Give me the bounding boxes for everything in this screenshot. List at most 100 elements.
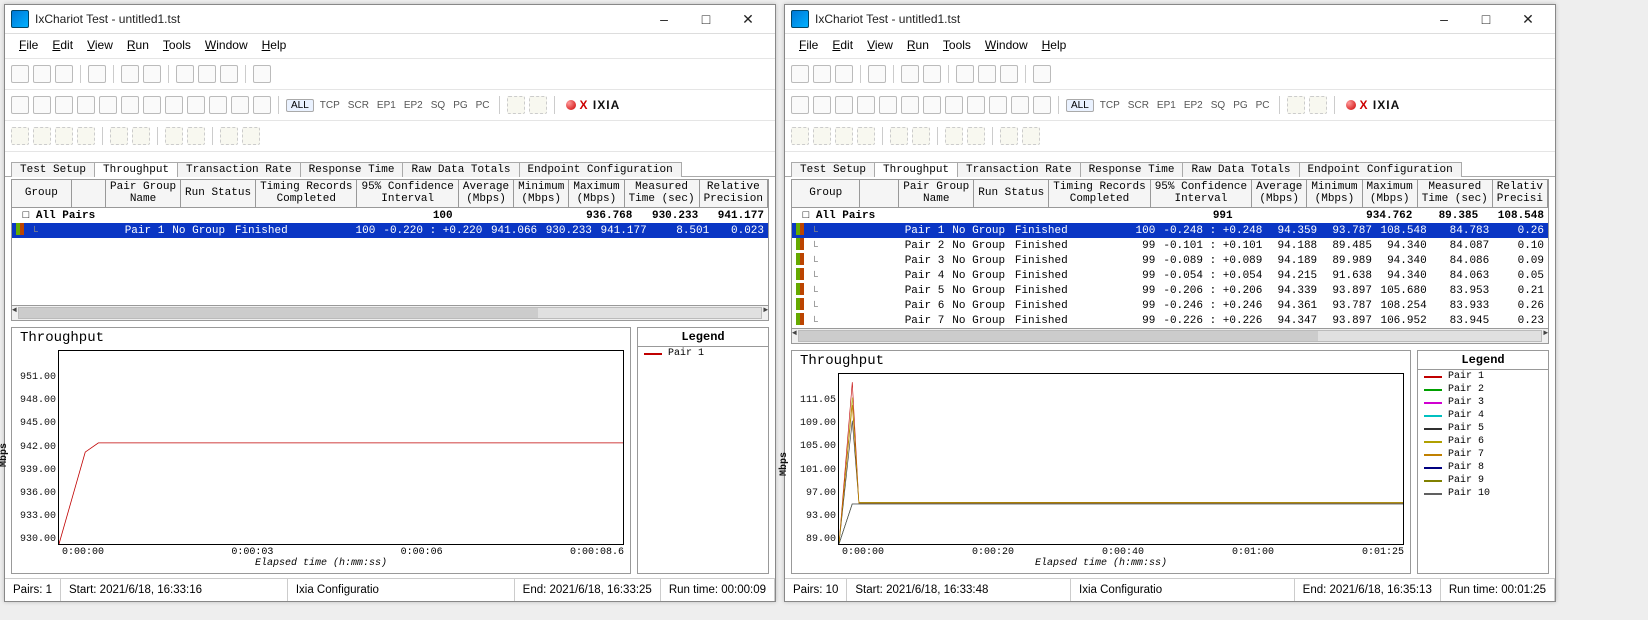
filter-all[interactable]: ALL — [1066, 99, 1094, 112]
row3d-icon-0[interactable] — [220, 127, 238, 145]
legend-item[interactable]: Pair 2 — [1418, 383, 1548, 396]
grid-body[interactable]: □ All Pairs100936.768930.233941.177 └Pai… — [12, 208, 768, 305]
col-header[interactable]: Relative Precision — [700, 180, 768, 207]
col-header[interactable]: Run Status — [974, 180, 1049, 207]
grid-row[interactable]: └Pair 2No GroupFinished99-0.101 : +0.101… — [792, 238, 1548, 253]
row3-icon-1[interactable] — [33, 127, 51, 145]
tool-icon-3[interactable] — [77, 96, 95, 114]
run-icon[interactable] — [121, 65, 139, 83]
legend-item[interactable]: Pair 1 — [1418, 370, 1548, 383]
col-header[interactable]: Group — [792, 180, 860, 207]
tab-raw-data-totals[interactable]: Raw Data Totals — [1182, 162, 1299, 177]
grid-row[interactable]: └Pair 5No GroupFinished99-0.206 : +0.206… — [792, 283, 1548, 298]
col-header[interactable] — [860, 180, 899, 207]
tab-endpoint-configuration[interactable]: Endpoint Configuration — [519, 162, 682, 177]
row3c-icon-1[interactable] — [187, 127, 205, 145]
menu-help[interactable]: Help — [1036, 36, 1073, 54]
row3-icon-0[interactable] — [791, 127, 809, 145]
plot-area[interactable] — [58, 350, 624, 545]
stop-icon[interactable] — [923, 65, 941, 83]
titlebar[interactable]: IxChariot Test - untitled1.tst–□✕ — [5, 5, 775, 34]
tool-icon-2[interactable] — [55, 96, 73, 114]
menu-run[interactable]: Run — [121, 36, 155, 54]
row3-icon-3[interactable] — [857, 127, 875, 145]
tool-icon-9[interactable] — [209, 96, 227, 114]
error-icon[interactable] — [253, 65, 271, 83]
menu-window[interactable]: Window — [199, 36, 254, 54]
run-icon[interactable] — [901, 65, 919, 83]
tool-icon-9[interactable] — [989, 96, 1007, 114]
filter-pg[interactable]: PG — [451, 100, 469, 111]
paste-icon[interactable] — [198, 65, 216, 83]
maximize-button[interactable]: □ — [1465, 6, 1507, 32]
tab-transaction-rate[interactable]: Transaction Rate — [177, 162, 301, 177]
tool-icon-7[interactable] — [165, 96, 183, 114]
legend-item[interactable]: Pair 4 — [1418, 409, 1548, 422]
legend-item[interactable]: Pair 7 — [1418, 448, 1548, 461]
legend-item[interactable]: Pair 1 — [638, 347, 768, 360]
copy-icon[interactable] — [176, 65, 194, 83]
menu-tools[interactable]: Tools — [937, 36, 977, 54]
col-header[interactable]: 95% Confidence Interval — [1151, 180, 1252, 207]
legend-item[interactable]: Pair 8 — [1418, 461, 1548, 474]
tool-icon-1[interactable] — [33, 96, 51, 114]
row3-icon-1[interactable] — [813, 127, 831, 145]
filter-pg[interactable]: PG — [1231, 100, 1249, 111]
col-header[interactable]: Relativ Precisi — [1493, 180, 1548, 207]
save-icon[interactable] — [835, 65, 853, 83]
tab-throughput[interactable]: Throughput — [874, 162, 958, 177]
tool-icon-5[interactable] — [121, 96, 139, 114]
menu-file[interactable]: File — [793, 36, 824, 54]
row3c-icon-1[interactable] — [967, 127, 985, 145]
menu-help[interactable]: Help — [256, 36, 293, 54]
tool-icon-sp2[interactable] — [529, 96, 547, 114]
filter-scr[interactable]: SCR — [346, 100, 371, 111]
print-icon[interactable] — [868, 65, 886, 83]
tab-test-setup[interactable]: Test Setup — [11, 162, 95, 177]
titlebar[interactable]: IxChariot Test - untitled1.tst–□✕ — [785, 5, 1555, 34]
tool-icon-1[interactable] — [813, 96, 831, 114]
error-icon[interactable] — [1033, 65, 1051, 83]
grid-row[interactable]: └Pair 1No GroupFinished100-0.220 : +0.22… — [12, 223, 768, 238]
tab-response-time[interactable]: Response Time — [300, 162, 404, 177]
col-header[interactable]: Pair Group Name — [106, 180, 181, 207]
col-header[interactable]: Run Status — [181, 180, 256, 207]
row3-icon-2[interactable] — [835, 127, 853, 145]
tool-icon-10[interactable] — [231, 96, 249, 114]
col-header[interactable]: Minimum (Mbps) — [514, 180, 569, 207]
filter-scr[interactable]: SCR — [1126, 100, 1151, 111]
legend-item[interactable]: Pair 6 — [1418, 435, 1548, 448]
col-header[interactable]: Timing Records Completed — [256, 180, 357, 207]
filter-all[interactable]: ALL — [286, 99, 314, 112]
filter-pc[interactable]: PC — [1254, 100, 1272, 111]
tool-icon-11[interactable] — [1033, 96, 1051, 114]
tool-icon-3[interactable] — [857, 96, 875, 114]
row3d-icon-1[interactable] — [1022, 127, 1040, 145]
menu-window[interactable]: Window — [979, 36, 1034, 54]
col-header[interactable]: Maximum (Mbps) — [569, 180, 624, 207]
tab-test-setup[interactable]: Test Setup — [791, 162, 875, 177]
row3d-icon-0[interactable] — [1000, 127, 1018, 145]
grid-row[interactable]: └Pair 3No GroupFinished99-0.089 : +0.089… — [792, 253, 1548, 268]
tab-transaction-rate[interactable]: Transaction Rate — [957, 162, 1081, 177]
tool-icon-sp2[interactable] — [1309, 96, 1327, 114]
filter-tcp[interactable]: TCP — [318, 100, 342, 111]
filter-pc[interactable]: PC — [474, 100, 492, 111]
menu-tools[interactable]: Tools — [157, 36, 197, 54]
menu-file[interactable]: File — [13, 36, 44, 54]
grid-row[interactable]: └Pair 7No GroupFinished99-0.226 : +0.226… — [792, 313, 1548, 328]
tool-icon-4[interactable] — [879, 96, 897, 114]
tool-icon-2[interactable] — [835, 96, 853, 114]
tab-endpoint-configuration[interactable]: Endpoint Configuration — [1299, 162, 1462, 177]
close-button[interactable]: ✕ — [727, 6, 769, 32]
row3-icon-3[interactable] — [77, 127, 95, 145]
open-icon[interactable] — [813, 65, 831, 83]
row3b-icon-1[interactable] — [132, 127, 150, 145]
filter-ep1[interactable]: EP1 — [375, 100, 398, 111]
grid-hscroll[interactable]: ◄► — [792, 328, 1548, 343]
tab-throughput[interactable]: Throughput — [94, 162, 178, 177]
grid-totals-row[interactable]: □ All Pairs991934.76289.385108.548 — [792, 208, 1548, 223]
grid-body[interactable]: □ All Pairs991934.76289.385108.548 └Pair… — [792, 208, 1548, 328]
tool-icon-11[interactable] — [253, 96, 271, 114]
tool-icon-8[interactable] — [187, 96, 205, 114]
